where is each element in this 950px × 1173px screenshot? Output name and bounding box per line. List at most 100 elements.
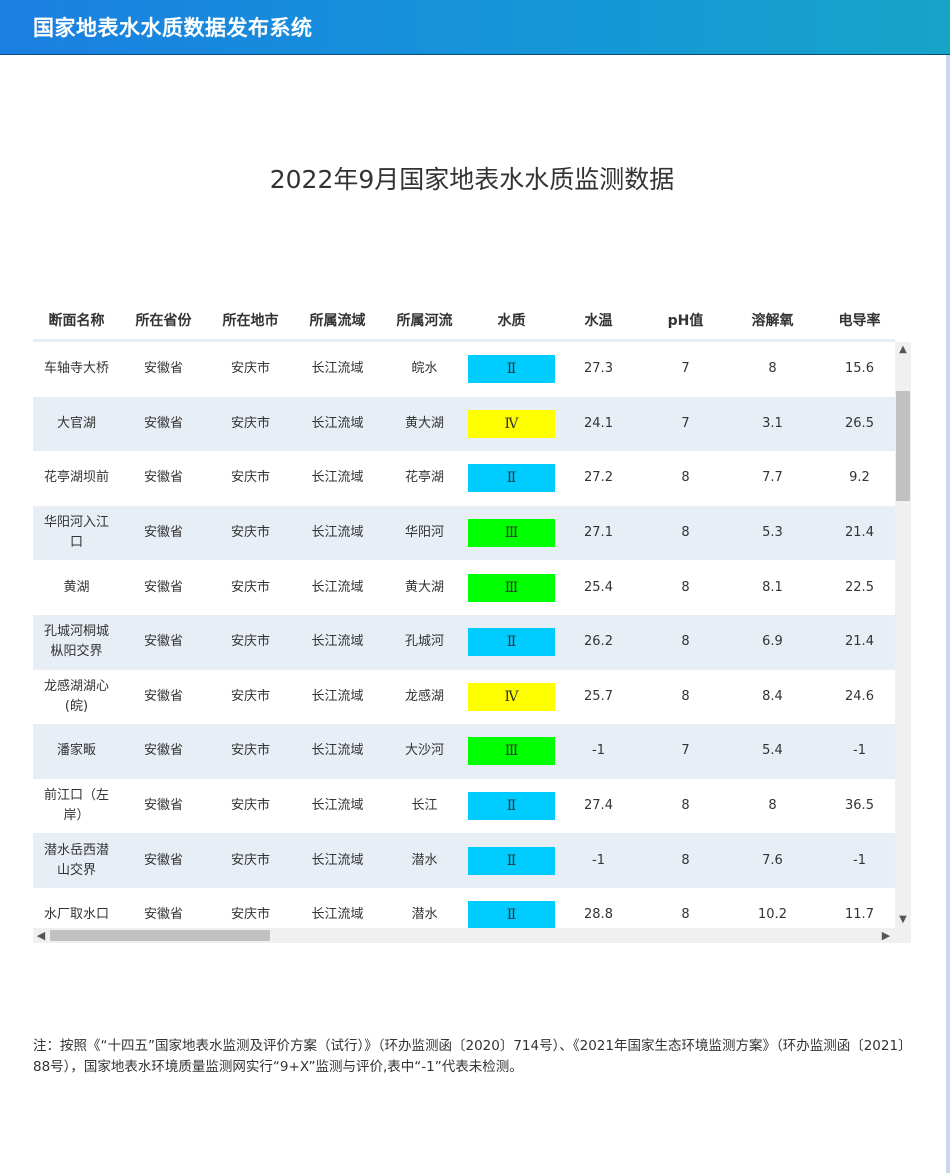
- table-row: 大官湖 安徽省 安庆市 长江流域 黄大湖 Ⅳ 24.1 7 3.1 26.5: [33, 396, 895, 452]
- cell-ph: 8: [681, 907, 690, 923]
- table-row: 孔城河桐城枞阳交界 安徽省 安庆市 长江流域 孔城河 Ⅱ 26.2 8 6.9 21.4: [33, 614, 895, 670]
- cell-city: 安庆市: [230, 415, 270, 431]
- table-row: 车轴寺大桥 安徽省 安庆市 长江流域 皖水 Ⅱ 27.3 7 8 15.6: [33, 342, 895, 397]
- quality-badge: Ⅱ: [468, 901, 555, 928]
- table-row: 花亭湖坝前 安徽省 安庆市 长江流域 花亭湖 Ⅱ 27.2 8 7.7 9.2: [33, 451, 895, 506]
- cell-dissolved-oxygen: 8.4: [762, 688, 783, 704]
- cell-river: 长江: [411, 798, 438, 814]
- cell-conductivity: 36.5: [845, 798, 874, 814]
- cell-water-temp: 24.1: [584, 415, 613, 431]
- column-header-quality: 水质: [497, 313, 526, 329]
- column-header-section-name: 断面名称: [48, 313, 105, 329]
- cell-conductivity: 22.5: [845, 579, 874, 595]
- cell-ph: 8: [681, 852, 690, 868]
- cell-province: 安徽省: [143, 852, 183, 868]
- cell-conductivity: 11.7: [845, 907, 874, 923]
- cell-basin: 长江流域: [311, 852, 364, 868]
- quality-badge: Ⅳ: [468, 682, 555, 711]
- cell-basin: 长江流域: [311, 688, 364, 704]
- quality-badge: Ⅱ: [468, 792, 555, 821]
- cell-dissolved-oxygen: 7.7: [762, 470, 783, 486]
- cell-city: 安庆市: [230, 798, 270, 814]
- cell-water-temp: 27.3: [584, 361, 613, 377]
- cell-conductivity: -1: [853, 743, 866, 759]
- cell-conductivity: 9.2: [849, 470, 870, 486]
- cell-conductivity: 21.4: [845, 634, 874, 650]
- cell-conductivity: 21.4: [845, 525, 874, 541]
- vertical-scroll-thumb[interactable]: [896, 391, 910, 501]
- cell-basin: 长江流域: [311, 361, 364, 377]
- table-row: 潘家畈 安徽省 安庆市 长江流域 大沙河 Ⅲ -1 7 5.4 -1: [33, 724, 895, 779]
- table-body[interactable]: 车轴寺大桥 安徽省 安庆市 长江流域 皖水 Ⅱ 27.3 7 8 15.6 大官湖 安徽省 安庆市 长江流…: [33, 342, 895, 928]
- cell-ph: 8: [681, 470, 690, 486]
- cell-section-name: 龙感湖湖心(皖): [43, 678, 109, 714]
- cell-section-name: 潘家畈: [56, 743, 96, 759]
- scroll-right-icon[interactable]: ▶: [878, 928, 894, 943]
- quality-badge: Ⅱ: [468, 846, 555, 875]
- quality-badge: Ⅱ: [468, 628, 555, 657]
- cell-quality: Ⅱ: [468, 464, 555, 493]
- cell-river: 潜水: [411, 852, 438, 868]
- cell-province: 安徽省: [143, 361, 183, 377]
- cell-river: 花亭湖: [404, 470, 444, 486]
- table-row: 黄湖 安徽省 安庆市 长江流域 黄大湖 Ⅲ 25.4 8 8.1 22.5: [33, 560, 895, 615]
- vertical-scrollbar[interactable]: ▲ ▼: [895, 342, 911, 928]
- cell-province: 安徽省: [143, 579, 183, 595]
- scroll-left-icon[interactable]: ◀: [33, 928, 49, 943]
- cell-basin: 长江流域: [311, 907, 364, 923]
- scroll-up-icon[interactable]: ▲: [895, 342, 911, 358]
- cell-city: 安庆市: [230, 579, 270, 595]
- cell-section-name: 水厂取水口: [43, 907, 109, 923]
- cell-province: 安徽省: [143, 470, 183, 486]
- footnote: 注：按照《“十四五”国家地表水监测及评价方案（试行）》（环办监测函〔2020〕7…: [33, 1038, 912, 1075]
- cell-ph: 7: [681, 415, 690, 431]
- cell-dissolved-oxygen: 8.1: [762, 579, 783, 595]
- cell-basin: 长江流域: [311, 579, 364, 595]
- cell-river: 龙感湖: [404, 688, 444, 704]
- quality-badge: Ⅲ: [468, 737, 555, 766]
- cell-river: 黄大湖: [404, 579, 444, 595]
- cell-city: 安庆市: [230, 361, 270, 377]
- cell-province: 安徽省: [143, 415, 183, 431]
- cell-city: 安庆市: [230, 634, 270, 650]
- scroll-down-icon[interactable]: ▼: [895, 912, 911, 928]
- horizontal-scrollbar[interactable]: ◀ ▶: [33, 928, 911, 943]
- cell-section-name: 孔城河桐城枞阳交界: [43, 624, 109, 660]
- table-row: 龙感湖湖心(皖) 安徽省 安庆市 长江流域 龙感湖 Ⅳ 25.7 8 8.4 24.6: [33, 670, 895, 725]
- cell-quality: Ⅲ: [468, 737, 555, 766]
- cell-province: 安徽省: [143, 907, 183, 923]
- cell-section-name: 前江口（左岸）: [43, 788, 109, 824]
- cell-ph: 8: [681, 525, 690, 541]
- table-row: 前江口（左岸） 安徽省 安庆市 长江流域 长江 Ⅱ 27.4 8 8 36.5: [33, 779, 895, 834]
- cell-quality: Ⅱ: [468, 846, 555, 875]
- cell-city: 安庆市: [230, 470, 270, 486]
- cell-ph: 7: [681, 743, 690, 759]
- cell-water-temp: 27.4: [584, 798, 613, 814]
- cell-river: 孔城河: [404, 634, 444, 650]
- cell-province: 安徽省: [143, 634, 183, 650]
- cell-dissolved-oxygen: 7.6: [762, 852, 783, 868]
- cell-basin: 长江流域: [311, 634, 364, 650]
- horizontal-scroll-thumb[interactable]: [50, 930, 270, 941]
- cell-section-name: 华阳河入江口: [43, 515, 109, 551]
- cell-basin: 长江流域: [311, 798, 364, 814]
- cell-river: 大沙河: [404, 743, 444, 759]
- cell-water-temp: 25.7: [584, 688, 613, 704]
- cell-quality: Ⅱ: [468, 792, 555, 821]
- cell-water-temp: -1: [592, 743, 605, 759]
- cell-ph: 8: [681, 688, 690, 704]
- cell-ph: 8: [681, 579, 690, 595]
- cell-basin: 长江流域: [311, 525, 364, 541]
- app-title: 国家地表水水质数据发布系统: [33, 16, 313, 40]
- table-row: 潜水岳西潜山交界 安徽省 安庆市 长江流域 潜水 Ⅱ -1 8 7.6 -1: [33, 833, 895, 888]
- page-title: 2022年9月国家地表水水质监测数据: [269, 165, 675, 194]
- cell-conductivity: -1: [853, 852, 866, 868]
- table-row: 华阳河入江口 安徽省 安庆市 长江流域 华阳河 Ⅲ 27.1 8 5.3 21.4: [33, 505, 895, 561]
- cell-quality: Ⅳ: [468, 409, 555, 438]
- cell-river: 华阳河: [404, 525, 444, 541]
- cell-conductivity: 15.6: [845, 361, 874, 377]
- table-header: 断面名称 所在省份 所在地市 所属流域 所属河流 水质 水温 pH值 溶解氧 电导率: [33, 302, 895, 342]
- cell-city: 安庆市: [230, 852, 270, 868]
- cell-dissolved-oxygen: 10.2: [758, 907, 787, 923]
- cell-quality: Ⅳ: [468, 682, 555, 711]
